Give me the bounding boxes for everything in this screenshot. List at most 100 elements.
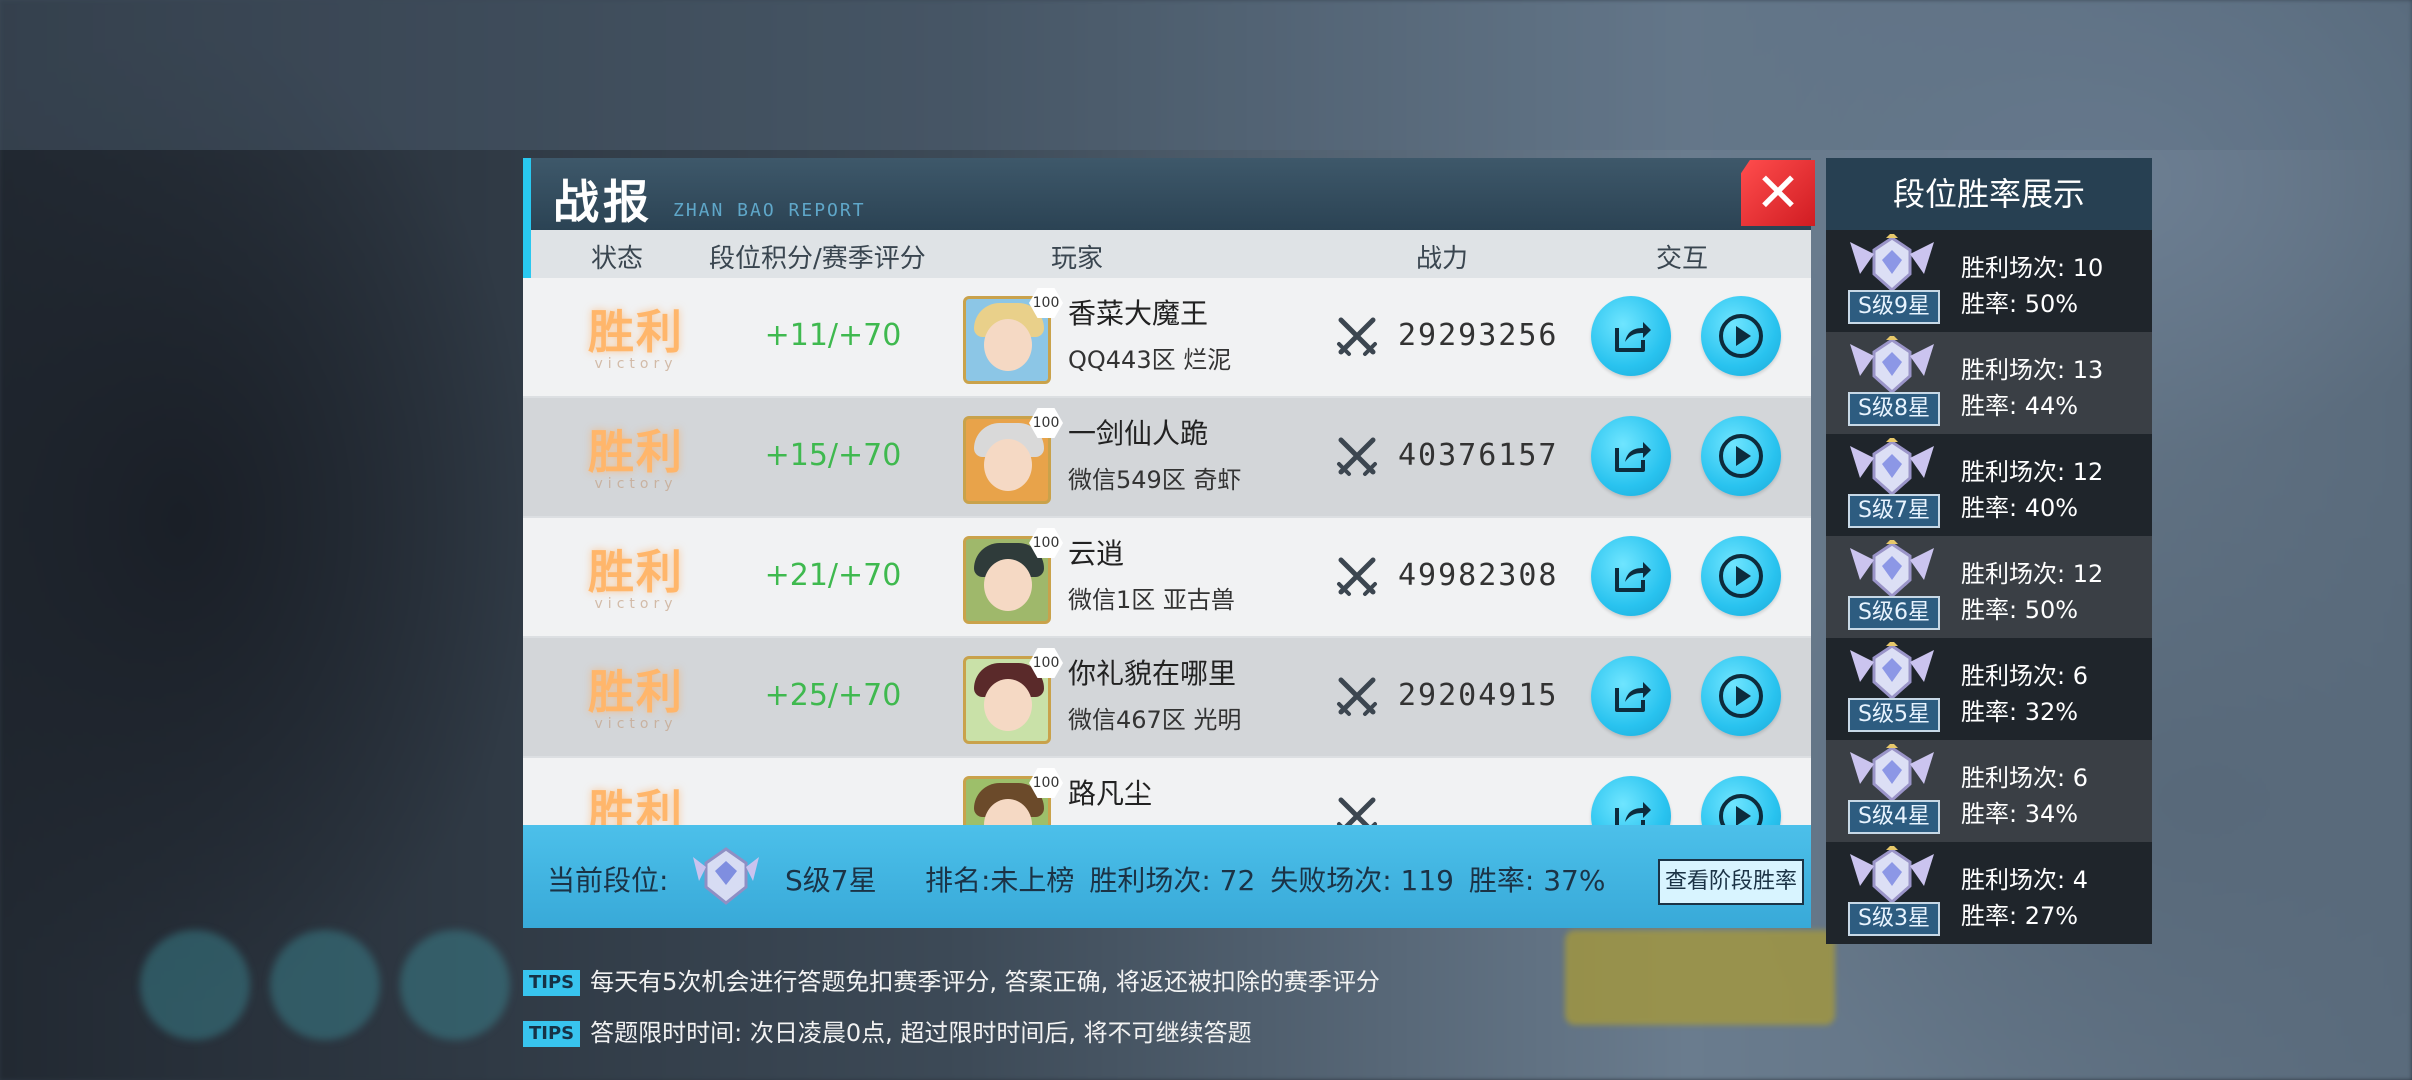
- view-stage-winrate-button[interactable]: 查看阶段胜率: [1658, 859, 1804, 905]
- panel-subtitle: ZHAN BAO REPORT: [673, 200, 866, 221]
- share-button[interactable]: [1591, 416, 1671, 496]
- rank-emblem-icon: [693, 847, 759, 905]
- tier-rate: 胜率: 50%: [1961, 290, 2079, 318]
- losses-text: 失败场次: 119: [1270, 864, 1454, 897]
- player-server: 微信467区 光明: [1068, 706, 1242, 734]
- tier-rate: 胜率: 32%: [1961, 698, 2079, 726]
- tier-label: S级9星: [1848, 290, 1940, 324]
- record-list[interactable]: 胜利 victory +11/+70 100 香菜大魔王 QQ443区 烂泥 2…: [523, 278, 1811, 825]
- player-name: 云逍: [1068, 537, 1125, 570]
- tier-rate: 胜率: 44%: [1961, 392, 2079, 420]
- result-text: 胜利: [588, 785, 684, 825]
- tier-wins: 胜利场次: 6: [1961, 764, 2088, 792]
- column-status: 状态: [591, 244, 644, 274]
- share-icon: [1615, 682, 1651, 712]
- result-badge: 胜利 victory: [571, 416, 701, 496]
- result-badge: 胜利 victory: [571, 776, 701, 825]
- tier-winrate-row: S级5星 胜利场次: 6 胜率: 32%: [1826, 638, 2152, 740]
- result-subtext: victory: [594, 356, 678, 372]
- crossed-swords-icon: [1337, 797, 1377, 825]
- tip-line: TIPS 答题限时时间: 次日凌晨0点, 超过限时时间后, 将不可继续答题: [523, 1013, 1252, 1048]
- column-power: 战力: [1416, 244, 1469, 274]
- crossed-swords-icon: [1337, 677, 1377, 716]
- share-icon: [1615, 802, 1651, 825]
- share-icon: [1615, 442, 1651, 472]
- player-name: 路凡尘: [1068, 777, 1153, 810]
- ranking-text: 排名:未上榜: [925, 864, 1075, 897]
- current-rank-bar: 当前段位: S级7星 排名:未上榜 胜利场次: 72 失败场次: 119 胜率:…: [523, 825, 1811, 928]
- blurred-circle-button: [140, 930, 250, 1040]
- tier-label: S级3星: [1848, 902, 1940, 936]
- close-button[interactable]: ✕: [1741, 160, 1815, 226]
- share-button[interactable]: [1591, 296, 1671, 376]
- tips-tag: TIPS: [523, 1021, 581, 1047]
- score-change: +21/+70: [764, 558, 902, 593]
- panel-title: 战报: [553, 175, 653, 229]
- score-change: +15/+70: [764, 438, 902, 473]
- result-subtext: victory: [594, 596, 678, 612]
- tip-text: 答题限时时间: 次日凌晨0点, 超过限时时间后, 将不可继续答题: [590, 1019, 1252, 1047]
- tier-label: S级6星: [1848, 596, 1940, 630]
- record-row[interactable]: 胜利 victory +25/+70 100 你礼貌在哪里 微信467区 光明 …: [523, 638, 1811, 756]
- result-subtext: victory: [594, 476, 678, 492]
- combat-power: 49982308: [1398, 558, 1559, 593]
- column-interact: 交互: [1656, 244, 1709, 274]
- result-badge: 胜利 victory: [571, 536, 701, 616]
- score-change: +11/+70: [764, 318, 902, 353]
- tier-winrate-row: S级9星 胜利场次: 10 胜率: 50%: [1826, 230, 2152, 332]
- crossed-swords-icon: [1337, 557, 1377, 596]
- replay-button[interactable]: [1701, 536, 1781, 616]
- combat-power: 29204915: [1398, 678, 1559, 713]
- replay-button[interactable]: [1701, 416, 1781, 496]
- tier-wins: 胜利场次: 12: [1961, 560, 2104, 588]
- record-row[interactable]: 胜利 victory 100 路凡尘: [523, 758, 1811, 825]
- tier-winrate-row: S级6星 胜利场次: 12 胜率: 50%: [1826, 536, 2152, 638]
- tier-rate: 胜率: 34%: [1961, 800, 2079, 828]
- avatar-face: [984, 679, 1032, 731]
- result-text: 胜利: [588, 545, 684, 599]
- tier-winrate-title: 段位胜率展示: [1826, 158, 2152, 233]
- record-row[interactable]: 胜利 victory +21/+70 100 云逍 微信1区 亚古兽 49982…: [523, 518, 1811, 636]
- result-text: 胜利: [588, 305, 684, 359]
- crossed-swords-icon: [1337, 437, 1377, 476]
- blurred-circle-button: [270, 930, 380, 1040]
- play-icon: [1719, 434, 1763, 478]
- tier-label: S级7星: [1848, 494, 1940, 528]
- replay-button[interactable]: [1701, 656, 1781, 736]
- share-button[interactable]: [1591, 776, 1671, 825]
- player-name: 一剑仙人跪: [1068, 417, 1209, 450]
- player-server: QQ443区 烂泥: [1068, 346, 1232, 374]
- result-badge: 胜利 victory: [571, 656, 701, 736]
- rank-stats: 排名:未上榜 胜利场次: 72 失败场次: 119 胜率: 37%: [925, 859, 1611, 899]
- tier-rate: 胜率: 50%: [1961, 596, 2079, 624]
- player-server: 微信1区 亚古兽: [1068, 586, 1235, 614]
- tier-winrate-row: S级3星 胜利场次: 4 胜率: 27%: [1826, 842, 2152, 944]
- share-button[interactable]: [1591, 536, 1671, 616]
- current-rank-label: 当前段位:: [547, 864, 669, 897]
- tier-label: S级5星: [1848, 698, 1940, 732]
- tier-wins: 胜利场次: 12: [1961, 458, 2104, 486]
- blurred-circle-button: [400, 930, 510, 1040]
- tier-label: S级4星: [1848, 800, 1940, 834]
- result-text: 胜利: [588, 425, 684, 479]
- record-row[interactable]: 胜利 victory +15/+70 100 一剑仙人跪 微信549区 奇虾 4…: [523, 398, 1811, 516]
- play-icon: [1719, 554, 1763, 598]
- tier-wins: 胜利场次: 10: [1961, 254, 2104, 282]
- replay-button[interactable]: [1701, 296, 1781, 376]
- replay-button[interactable]: [1701, 776, 1781, 825]
- player-server: 微信549区 奇虾: [1068, 466, 1242, 494]
- wins-text: 胜利场次: 72: [1089, 864, 1256, 897]
- tip-text: 每天有5次机会进行答题免扣赛季评分, 答案正确, 将返还被扣除的赛季评分: [590, 968, 1380, 996]
- close-icon: ✕: [1755, 161, 1801, 224]
- combat-power: 40376157: [1398, 438, 1559, 473]
- play-icon: [1719, 794, 1763, 825]
- blurred-top-bar: [0, 0, 2412, 150]
- tier-wins: 胜利场次: 4: [1961, 866, 2088, 894]
- combat-power: 29293256: [1398, 318, 1559, 353]
- avatar-face: [984, 559, 1032, 611]
- record-row[interactable]: 胜利 victory +11/+70 100 香菜大魔王 QQ443区 烂泥 2…: [523, 278, 1811, 396]
- share-button[interactable]: [1591, 656, 1671, 736]
- share-icon: [1615, 322, 1651, 352]
- blurred-action-button: [1565, 930, 1835, 1025]
- result-badge: 胜利 victory: [571, 296, 701, 376]
